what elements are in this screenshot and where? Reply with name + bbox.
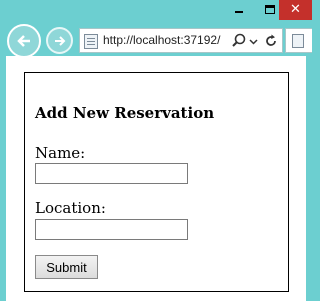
minimize-icon xyxy=(235,11,243,13)
submit-button[interactable]: Submit xyxy=(35,255,98,279)
title-bar: ✕ xyxy=(0,0,312,24)
search-icon[interactable] xyxy=(231,33,247,49)
reservation-form: Add New Reservation Name: Location: Subm… xyxy=(24,72,289,292)
page-icon xyxy=(84,34,98,49)
form-title: Add New Reservation xyxy=(35,104,215,122)
name-input[interactable] xyxy=(35,163,188,184)
maximize-icon xyxy=(265,5,275,14)
forward-arrow-icon xyxy=(54,35,65,46)
address-bar[interactable]: http://localhost:37192/ xyxy=(79,28,283,53)
chevron-down-icon[interactable] xyxy=(249,37,258,46)
name-label: Name: xyxy=(35,144,86,162)
browser-tab[interactable] xyxy=(285,28,312,53)
refresh-icon[interactable] xyxy=(263,33,279,49)
location-input[interactable] xyxy=(35,219,188,240)
forward-button[interactable] xyxy=(46,27,73,54)
close-button[interactable]: ✕ xyxy=(279,0,312,20)
back-arrow-icon xyxy=(17,35,30,47)
back-button[interactable] xyxy=(7,24,41,58)
minimize-button[interactable] xyxy=(226,0,252,20)
address-url[interactable]: http://localhost:37192/ xyxy=(103,33,229,50)
tab-page-icon xyxy=(292,34,304,48)
page-viewport: Add New Reservation Name: Location: Subm… xyxy=(6,56,306,301)
location-label: Location: xyxy=(35,199,106,217)
